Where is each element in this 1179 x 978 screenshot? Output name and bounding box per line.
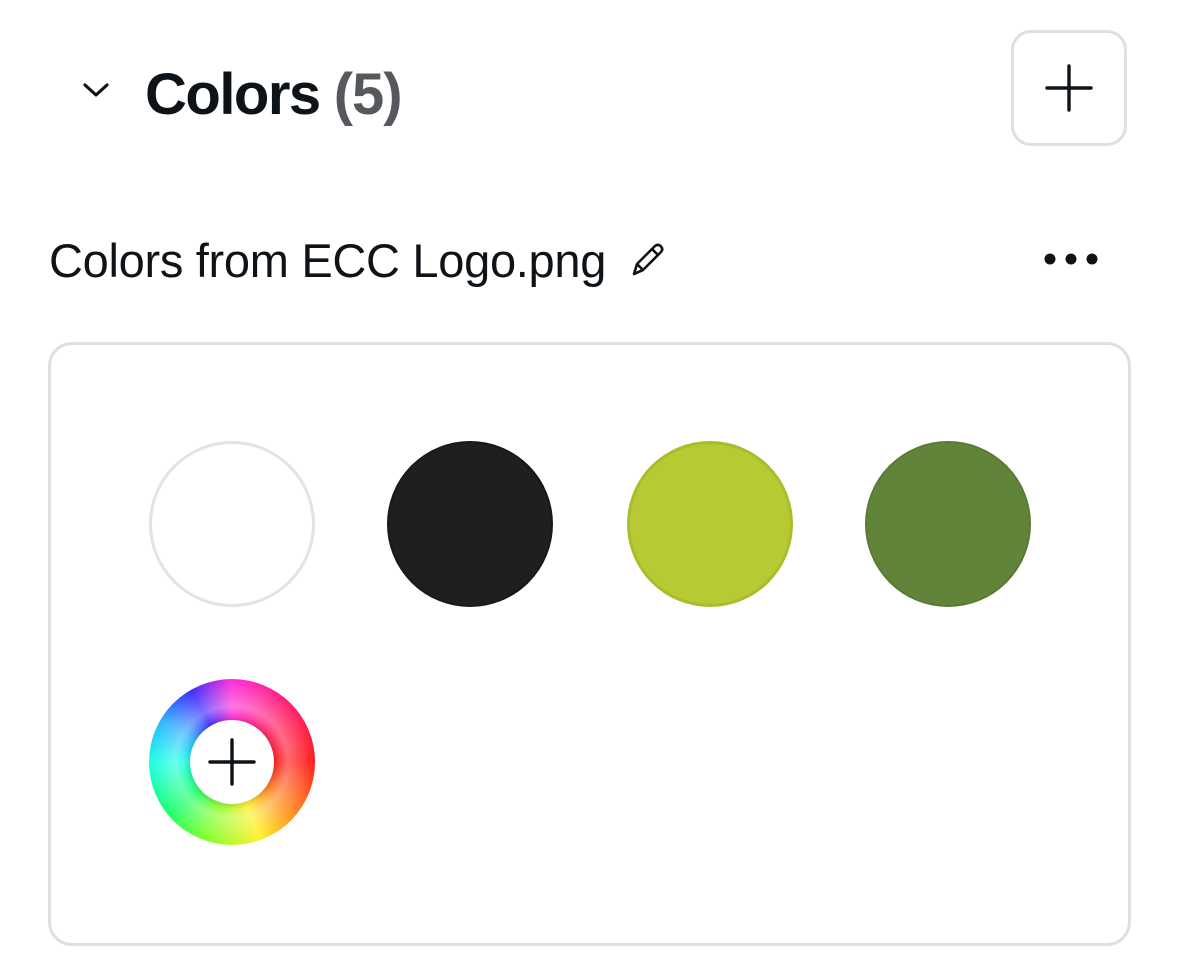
pencil-icon: [632, 243, 664, 276]
section-title-text: Colors: [145, 61, 321, 127]
color-swatch-lime[interactable]: [627, 441, 793, 607]
section-count: (5): [333, 61, 403, 127]
plus-icon: [1045, 64, 1093, 112]
color-swatch-white[interactable]: [149, 441, 315, 607]
collapse-toggle-button[interactable]: [72, 66, 120, 114]
color-wheel-plus-icon: [190, 720, 274, 804]
palette-swatch-panel: [48, 342, 1131, 946]
add-color-button[interactable]: [149, 679, 315, 845]
palette-name-group: Colors from ECC Logo.png: [49, 229, 670, 291]
color-swatch-black[interactable]: [387, 441, 553, 607]
palette-header: Colors from ECC Logo.png: [0, 215, 1179, 305]
palette-name: Colors from ECC Logo.png: [49, 233, 607, 287]
chevron-down-icon: [83, 83, 109, 97]
section-title: Colors (5): [145, 56, 403, 132]
add-palette-button[interactable]: [1011, 30, 1127, 146]
colors-section-header: Colors (5): [0, 0, 1179, 180]
plus-icon: [208, 738, 256, 786]
color-swatch-green[interactable]: [865, 441, 1031, 607]
more-horizontal-icon: [1044, 253, 1098, 265]
palette-more-options-button[interactable]: [1036, 237, 1106, 281]
edit-palette-name-button[interactable]: [626, 238, 670, 282]
